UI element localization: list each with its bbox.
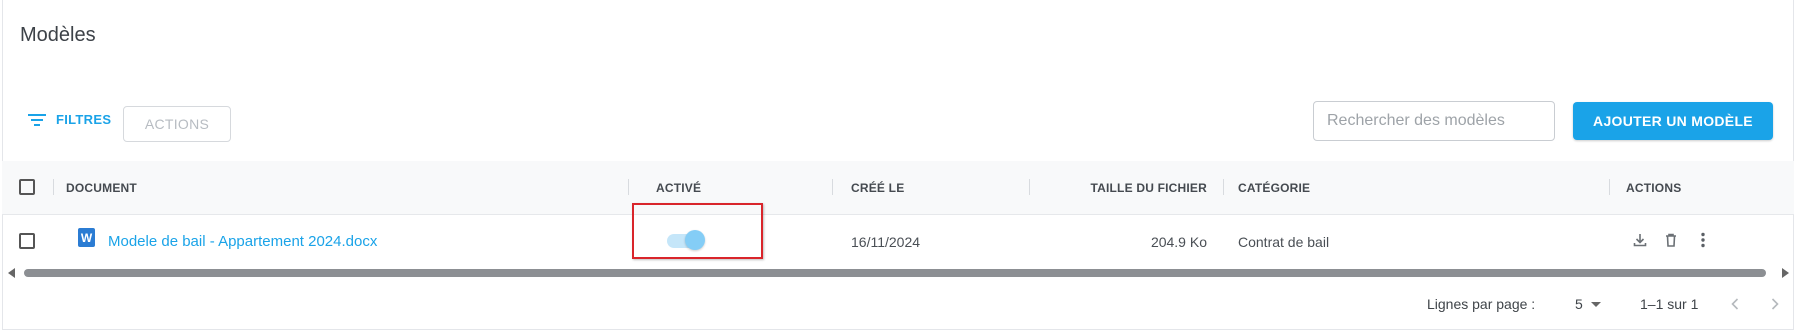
- chevron-left-icon[interactable]: [1727, 296, 1743, 312]
- select-all-checkbox[interactable]: [19, 179, 35, 195]
- download-icon[interactable]: [1630, 230, 1650, 250]
- add-model-button[interactable]: AJOUTER UN MODÈLE: [1573, 102, 1773, 140]
- chevron-right-icon[interactable]: [1767, 296, 1783, 312]
- column-header-created[interactable]: CRÉÉ LE: [851, 161, 904, 214]
- filters-button[interactable]: FILTRES: [28, 112, 111, 127]
- column-separator: [53, 179, 54, 195]
- filter-icon: [28, 113, 46, 127]
- column-separator: [1609, 179, 1610, 195]
- rows-per-page-select[interactable]: 5: [1575, 296, 1601, 312]
- column-header-actions: ACTIONS: [1626, 180, 1682, 195]
- column-separator: [1029, 179, 1030, 195]
- column-separator: [1223, 179, 1224, 195]
- page-title: Modèles: [20, 24, 96, 46]
- created-date: 16/11/2024: [851, 233, 921, 250]
- bulk-actions-button[interactable]: ACTIONS: [123, 106, 231, 142]
- column-header-category[interactable]: CATÉGORIE: [1238, 161, 1310, 214]
- highlight-box: [632, 203, 763, 259]
- column-header-size[interactable]: TAILLE DU FICHIER: [1040, 161, 1207, 214]
- search-input[interactable]: [1313, 101, 1555, 141]
- rows-per-page-label: Lignes par page :: [1427, 296, 1536, 312]
- pagination-range: 1–1 sur 1: [1640, 296, 1699, 312]
- document-link[interactable]: Modele de bail - Appartement 2024.docx: [108, 214, 377, 269]
- category: Contrat de bail: [1238, 233, 1330, 250]
- trash-icon[interactable]: [1661, 230, 1681, 250]
- filters-label: FILTRES: [56, 112, 112, 127]
- row-select-checkbox[interactable]: [19, 233, 35, 249]
- word-file-icon: W: [78, 228, 95, 247]
- column-separator: [628, 179, 629, 195]
- scrollbar-thumb[interactable]: [24, 269, 1766, 277]
- rows-per-page-value: 5: [1575, 296, 1583, 312]
- more-vertical-icon[interactable]: [1693, 230, 1713, 250]
- scroll-left-arrow-icon[interactable]: [8, 268, 15, 278]
- caret-down-icon: [1590, 301, 1601, 307]
- column-separator: [832, 179, 833, 195]
- file-size: 204.9 Ko: [1150, 233, 1207, 250]
- column-header-document[interactable]: DOCUMENT: [66, 161, 137, 214]
- scroll-right-arrow-icon[interactable]: [1782, 268, 1789, 278]
